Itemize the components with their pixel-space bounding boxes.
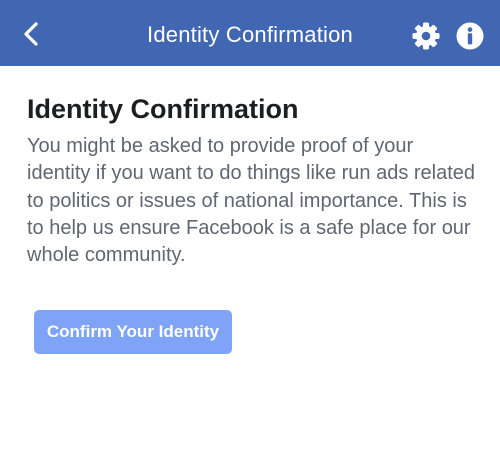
top-navigation-bar: Identity Confirmation: [0, 0, 500, 66]
description-text: You might be asked to provide proof of y…: [27, 135, 476, 267]
section-heading: Identity Confirmation: [27, 94, 299, 124]
confirm-identity-button[interactable]: Confirm Your Identity: [34, 310, 232, 354]
gear-icon: [412, 22, 440, 50]
settings-button[interactable]: [411, 21, 441, 51]
info-button[interactable]: [456, 22, 484, 50]
info-icon: [456, 22, 484, 50]
